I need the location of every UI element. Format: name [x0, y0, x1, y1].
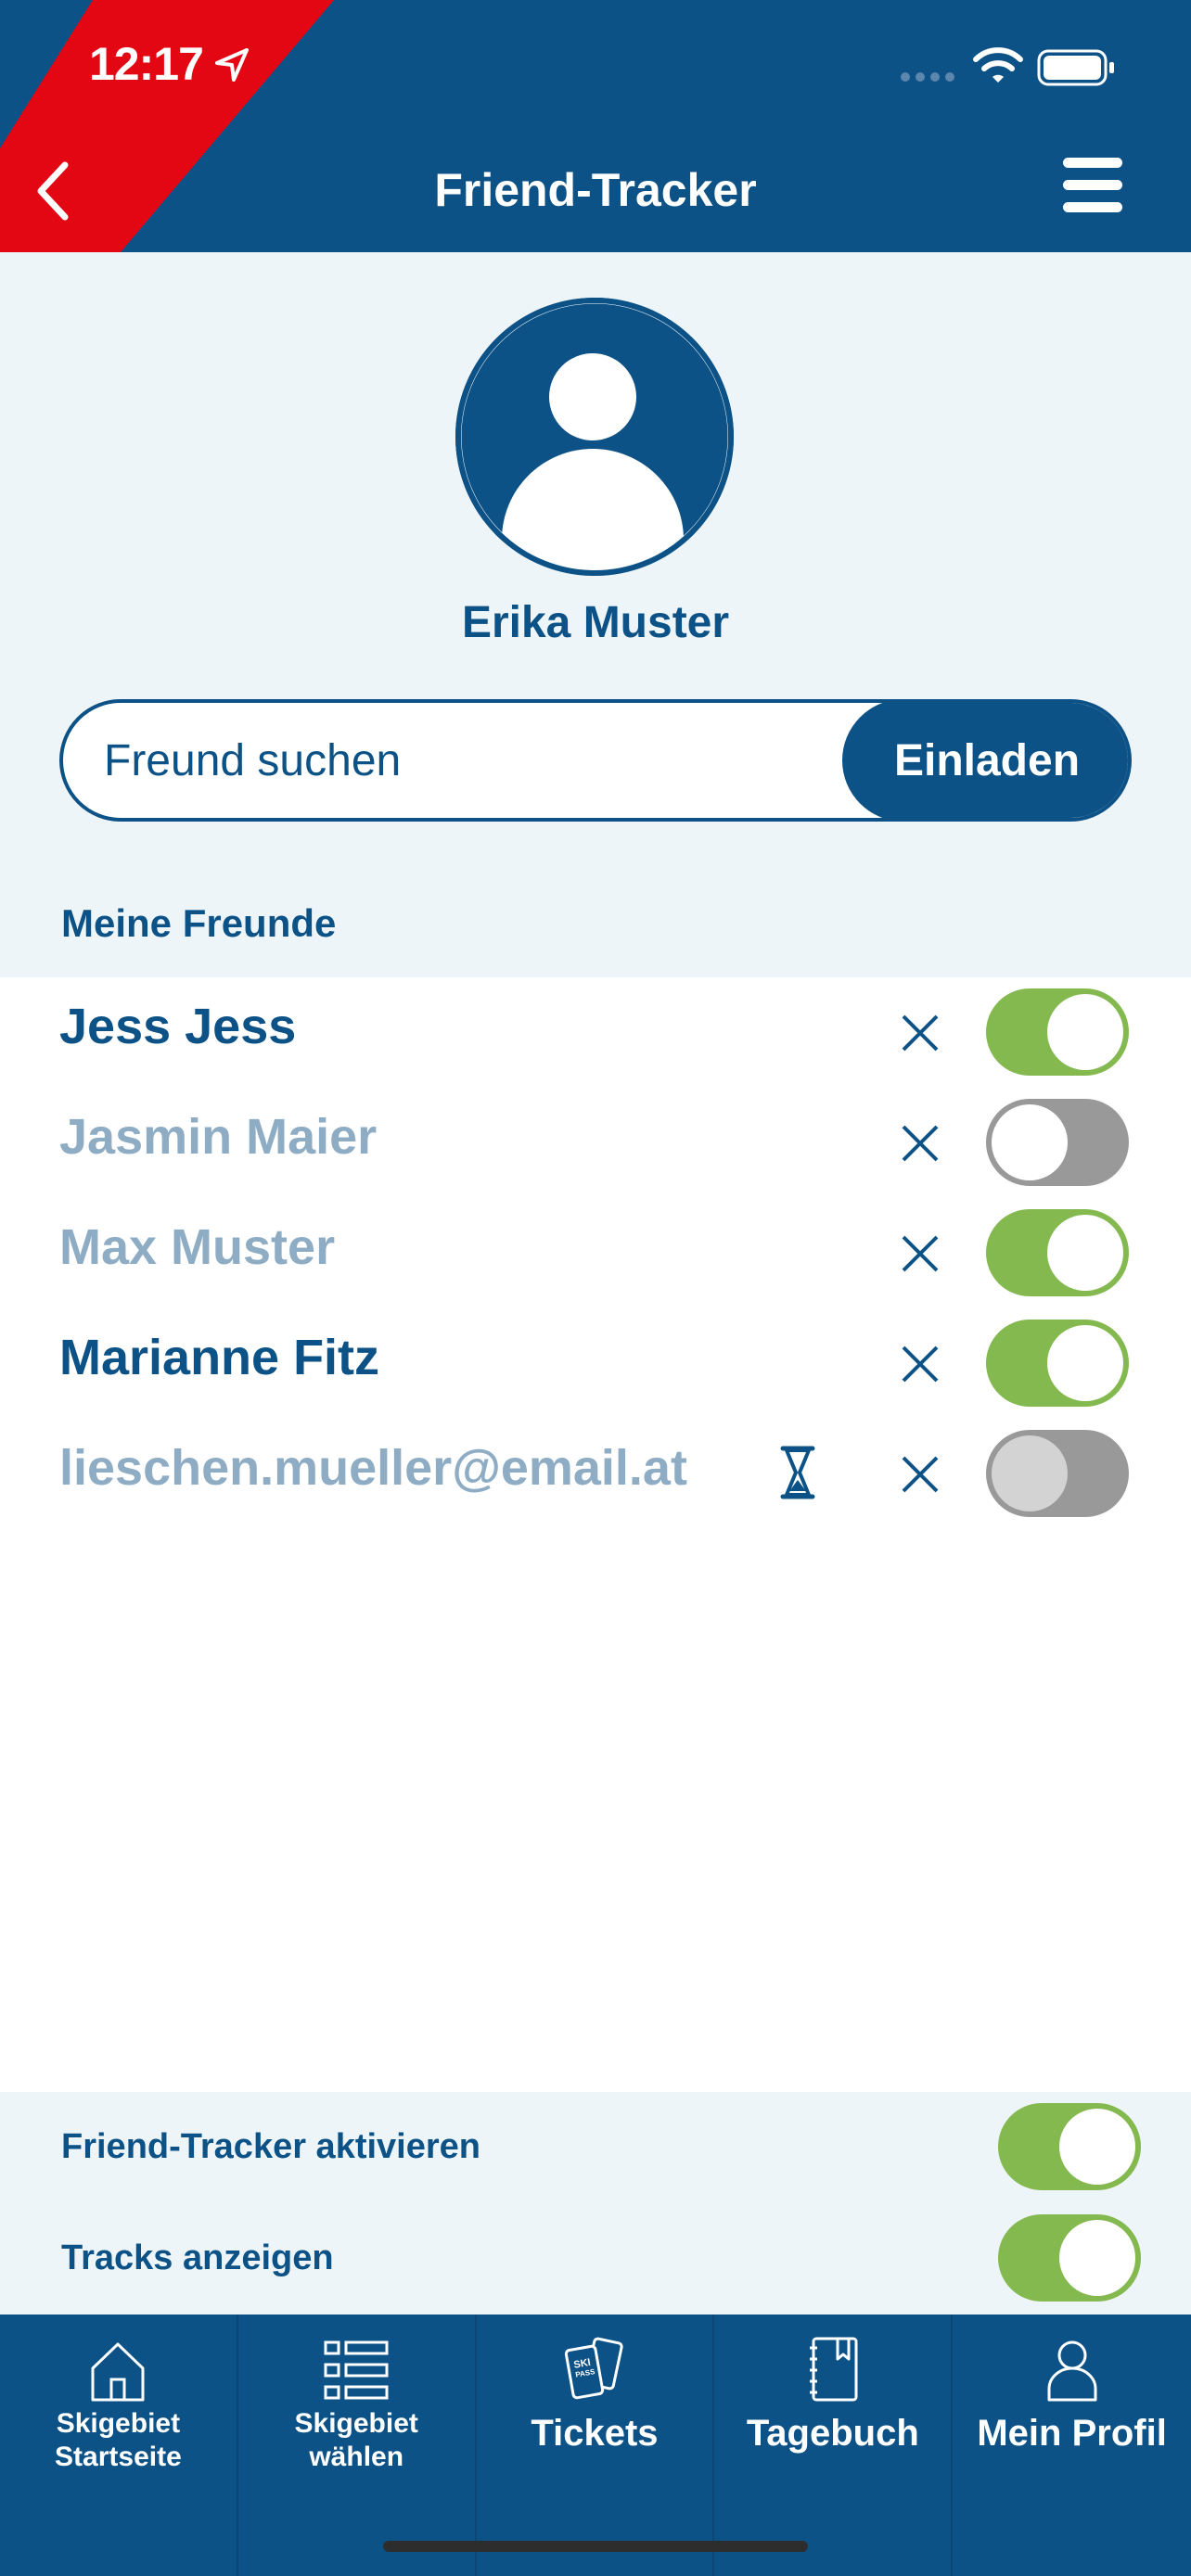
remove-friend-icon[interactable]: [898, 1342, 942, 1386]
setting-row-tracker-enabled: Friend-Tracker aktivieren: [0, 2092, 1191, 2203]
house-icon: [91, 2342, 145, 2402]
tracker-settings: Friend-Tracker aktivieren Tracks anzeige…: [0, 2092, 1191, 2315]
friend-row: Jasmin Maier: [0, 1088, 1191, 1198]
toggle-knob: [1059, 2109, 1135, 2185]
tab-skigebiet-waehlen[interactable]: Skigebiet wählen: [238, 2315, 477, 2576]
tab-tickets[interactable]: SKI PASS Tickets: [477, 2315, 715, 2576]
hamburger-menu-button[interactable]: [1063, 158, 1122, 217]
tab-tagebuch[interactable]: Tagebuch: [714, 2315, 954, 2576]
friend-tracking-toggle[interactable]: [986, 1099, 1129, 1186]
friend-tracking-toggle[interactable]: [986, 988, 1129, 1076]
friend-row: Jess Jess: [0, 977, 1191, 1088]
tab-label: Tagebuch: [746, 2413, 919, 2454]
friend-name: Jasmin Maier: [59, 1109, 378, 1165]
friends-section-label: Meine Freunde: [61, 901, 337, 945]
diary-icon: [809, 2337, 858, 2402]
toggle-knob: [992, 1104, 1068, 1180]
battery-icon: [1037, 49, 1114, 86]
toggle-knob: [992, 1435, 1068, 1511]
friend-row: Max Muster: [0, 1198, 1191, 1308]
list-icon: [324, 2340, 389, 2400]
tab-label: Mein Profil: [977, 2413, 1167, 2454]
wifi-icon: [973, 47, 1023, 83]
friend-tracking-toggle[interactable]: [986, 1209, 1129, 1296]
toggle-knob: [1047, 1325, 1123, 1401]
app-header: 12:17 Friend-Tracker: [0, 0, 1191, 252]
friend-name: Max Muster: [59, 1219, 336, 1275]
cellular-signal-icon: [901, 72, 954, 82]
tracker-enabled-toggle[interactable]: [998, 2103, 1141, 2190]
remove-friend-icon[interactable]: [898, 1452, 942, 1497]
tab-label-line: Startseite: [55, 2442, 182, 2472]
remove-friend-icon[interactable]: [898, 1231, 942, 1276]
friends-list: Jess Jess Jasmin Maier Max Muster Marian…: [0, 977, 1191, 1529]
status-time: 12:17: [89, 38, 204, 90]
tab-label-line: wählen: [309, 2442, 404, 2472]
setting-row-show-tracks: Tracks anzeigen: [0, 2203, 1191, 2315]
toggle-knob: [1059, 2220, 1135, 2296]
ski-pass-icon: SKI PASS: [564, 2337, 623, 2400]
tab-label: Tickets: [531, 2413, 659, 2454]
friend-row: Marianne Fitz: [0, 1308, 1191, 1419]
setting-label: Tracks anzeigen: [61, 2238, 334, 2277]
toggle-knob: [1047, 1215, 1123, 1291]
friend-tracking-toggle[interactable]: [986, 1430, 1129, 1517]
tab-label: Skigebiet Startseite: [0, 2407, 237, 2474]
menu-line: [1063, 158, 1122, 168]
friend-name: lieschen.mueller@email.at: [59, 1440, 687, 1496]
hourglass-icon: [780, 1446, 815, 1499]
tab-bar: Skigebiet Startseite Skigebiet wählen SK…: [0, 2315, 1191, 2576]
tab-label-line: Skigebiet: [294, 2408, 418, 2439]
remove-friend-icon[interactable]: [898, 1011, 942, 1055]
home-indicator[interactable]: [383, 2541, 808, 2552]
toggle-knob: [1047, 994, 1123, 1070]
avatar[interactable]: [455, 297, 735, 577]
friend-name: Marianne Fitz: [59, 1330, 380, 1385]
profile-section: Erika Muster Einladen Meine Freunde: [0, 252, 1191, 977]
tab-label: Skigebiet wählen: [238, 2407, 475, 2474]
remove-friend-icon[interactable]: [898, 1121, 942, 1166]
friend-tracking-toggle[interactable]: [986, 1320, 1129, 1407]
profile-icon: [1047, 2340, 1097, 2402]
show-tracks-toggle[interactable]: [998, 2214, 1141, 2302]
friend-name: Jess Jess: [59, 999, 297, 1054]
tab-label-line: Skigebiet: [56, 2408, 181, 2439]
tab-mein-profil[interactable]: Mein Profil: [953, 2315, 1191, 2576]
page-title: Friend-Tracker: [434, 164, 757, 216]
setting-label: Friend-Tracker aktivieren: [61, 2127, 480, 2166]
location-arrow-icon: [215, 48, 249, 82]
profile-name: Erika Muster: [461, 598, 730, 647]
invite-button[interactable]: Einladen: [842, 703, 1128, 818]
menu-line: [1063, 180, 1122, 190]
tab-skigebiet-startseite[interactable]: Skigebiet Startseite: [0, 2315, 238, 2576]
friend-row: lieschen.mueller@email.at: [0, 1419, 1191, 1529]
friend-search-input[interactable]: [104, 703, 846, 818]
menu-line: [1063, 202, 1122, 212]
friend-search-box: Einladen: [59, 699, 1132, 822]
